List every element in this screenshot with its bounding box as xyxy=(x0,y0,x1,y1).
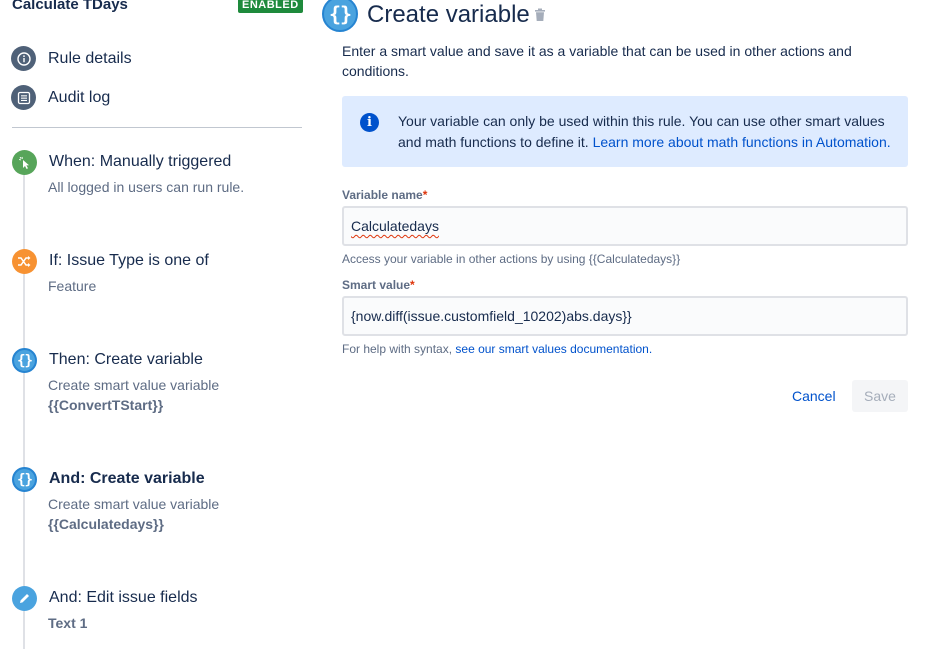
smart-value-helper: For help with syntax, see our smart valu… xyxy=(342,342,653,356)
variable-name-label: Variable name* xyxy=(342,188,428,202)
step-description: All logged in users can run rule. xyxy=(48,179,245,195)
step-description: Feature xyxy=(48,278,97,294)
save-button[interactable]: Save xyxy=(852,380,908,412)
page-title: Create variable xyxy=(367,1,530,28)
step-variable-name: {{Calculatedays}} xyxy=(48,516,164,532)
info-panel: i Your variable can only be used within … xyxy=(342,96,908,167)
step-title: If: Issue Type is one of xyxy=(49,252,209,269)
info-text: Your variable can only be used within th… xyxy=(398,111,898,153)
step-description: Create smart value variable xyxy=(48,377,220,393)
step-create-variable-calculatedays[interactable]: {} And: Create variable Create smart val… xyxy=(12,467,312,537)
step-variable-name: {{ConvertTStart}} xyxy=(48,397,164,413)
pencil-icon xyxy=(12,586,37,611)
step-edit-issue-fields[interactable]: And: Edit issue fields Text 1 xyxy=(12,586,312,636)
nav-item-audit-log[interactable]: Audit log xyxy=(11,85,110,110)
step-condition[interactable]: If: Issue Type is one of Feature xyxy=(12,249,312,299)
step-title: Then: Create variable xyxy=(49,351,203,368)
nav-label: Audit log xyxy=(48,88,111,106)
braces-icon: {} xyxy=(322,0,358,32)
info-icon xyxy=(11,46,36,71)
required-marker: * xyxy=(410,278,415,292)
info-icon: i xyxy=(360,113,379,132)
nav-item-rule-details[interactable]: Rule details xyxy=(11,46,132,71)
intro-text: Enter a smart value and save it as a var… xyxy=(342,43,852,79)
step-create-variable-converttstart[interactable]: {} Then: Create variable Create smart va… xyxy=(12,348,312,418)
enabled-status-badge: ENABLED xyxy=(238,0,303,13)
braces-glyph: {} xyxy=(17,352,33,369)
smart-value-input[interactable]: {now.diff(issue.customfield_10202)abs.da… xyxy=(342,296,908,336)
braces-glyph: {} xyxy=(17,471,33,488)
smart-value-label: Smart value* xyxy=(342,278,415,292)
step-trigger[interactable]: When: Manually triggered All logged in u… xyxy=(12,150,312,200)
cancel-button[interactable]: Cancel xyxy=(784,380,844,412)
variable-name-value: Calculatedays xyxy=(351,218,439,234)
pointer-click-icon xyxy=(12,150,37,175)
trash-icon[interactable] xyxy=(534,8,546,27)
step-title: And: Edit issue fields xyxy=(49,589,198,606)
rule-title: Calculate TDays xyxy=(12,0,128,13)
nav-label: Rule details xyxy=(48,49,132,67)
required-marker: * xyxy=(422,188,428,202)
variable-name-helper: Access your variable in other actions by… xyxy=(342,252,681,266)
smart-values-docs-link[interactable]: see our smart values documentation. xyxy=(455,342,652,356)
smart-value-value: {now.diff(issue.customfield_10202)abs.da… xyxy=(351,308,632,324)
braces-icon: {} xyxy=(12,467,37,492)
braces-icon: {} xyxy=(12,348,37,373)
divider xyxy=(12,127,302,128)
step-title: And: Create variable xyxy=(49,470,205,487)
step-description: Text 1 xyxy=(48,615,88,631)
variable-name-input[interactable]: Calculatedays xyxy=(342,206,908,246)
step-description: Create smart value variable xyxy=(48,496,220,512)
list-icon xyxy=(11,85,36,110)
step-title: When: Manually triggered xyxy=(49,153,232,170)
braces-glyph: {} xyxy=(328,2,352,26)
shuffle-icon xyxy=(12,249,37,274)
math-functions-link[interactable]: Learn more about math functions in Autom… xyxy=(593,134,891,150)
